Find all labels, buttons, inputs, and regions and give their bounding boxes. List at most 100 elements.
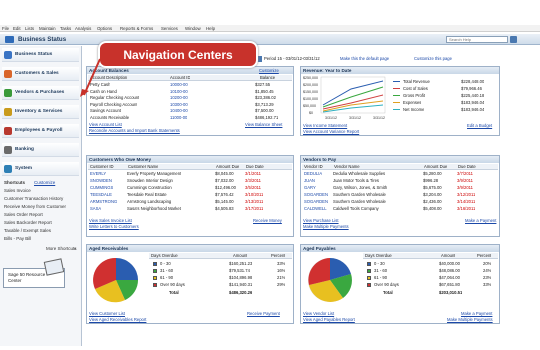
legend-label: Total Revenue <box>403 79 430 84</box>
table-cell[interactable]: SNOWDEN <box>90 178 112 183</box>
table-cell: $141,940.31 <box>229 282 253 287</box>
menu-analysis[interactable]: Analysis <box>75 26 91 31</box>
menu-options[interactable]: Options <box>97 26 112 31</box>
make-payment-link[interactable]: Make a Payment <box>461 311 492 316</box>
table-cell[interactable]: EVERLY <box>90 171 106 176</box>
nav-banking[interactable]: Banking <box>2 143 79 157</box>
table-cell: Sasa's Neighborhood Market <box>127 206 181 211</box>
menu-window[interactable]: Window <box>185 26 201 31</box>
view-aged-receivables-link[interactable]: View Aged Receivables Report <box>89 317 146 322</box>
menu-maintain[interactable]: Maintain <box>39 26 56 31</box>
shortcut-item[interactable]: Customer Transaction History <box>4 196 63 201</box>
make-multiple-payments-link[interactable]: Make Multiple Payments <box>447 317 493 322</box>
period-label[interactable]: Period 15 - 03/01/12-03/31/12 <box>264 56 320 61</box>
view-purchase-list-link[interactable]: View Purchase List <box>303 218 339 223</box>
table-cell[interactable]: 10200-00 <box>170 95 188 100</box>
customize-link[interactable]: Customize <box>259 68 279 73</box>
nav-inventory-services[interactable]: Inventory & Services <box>2 105 79 119</box>
nav-system[interactable]: System <box>2 162 79 176</box>
view-customer-list-link[interactable]: View Customer List <box>89 311 125 316</box>
table-cell: Payroll Checking Account <box>90 101 138 107</box>
more-shortcuts-link[interactable]: More Shortcuts <box>46 246 77 251</box>
table-header: Vendor ID Vendor Name Amount Due Due Dat… <box>302 164 498 170</box>
business-status-icon <box>5 36 14 43</box>
table-cell[interactable]: 10100-00 <box>170 89 188 94</box>
make-default-button[interactable]: Make this the default page <box>340 56 389 61</box>
make-payment-link[interactable]: Make a Payment <box>465 218 496 223</box>
shortcut-item[interactable]: Taxable / Exempt Sales <box>4 228 51 233</box>
nav-employees-payroll[interactable]: Employees & Payroll <box>2 124 79 138</box>
menu-lists[interactable]: Lists <box>25 26 34 31</box>
menu-reports-forms[interactable]: Reports & Forms <box>120 26 153 31</box>
chevron-down-icon[interactable]: » <box>74 246 76 251</box>
view-account-variance-link[interactable]: View Account Variance Report <box>303 129 359 134</box>
shortcut-item[interactable]: Sales Invoice <box>4 188 31 193</box>
receivables-pie-chart <box>93 257 138 303</box>
table-cell[interactable]: 11000-00 <box>170 115 187 120</box>
table-cell[interactable]: SASA <box>90 206 101 211</box>
table-cell: Armstrong Landscaping <box>127 199 172 204</box>
nav-business-status[interactable]: Business Status <box>2 48 79 62</box>
view-balance-sheet-link[interactable]: View Balance Sheet <box>245 122 282 127</box>
table-cell: 3/9/2011 <box>457 185 473 190</box>
menu-services[interactable]: Services <box>161 26 178 31</box>
table-cell: $48,086.00 <box>439 268 460 273</box>
menu-file[interactable]: File <box>2 26 9 31</box>
nav-vendors-purchases[interactable]: Vendors & Purchases <box>2 86 79 100</box>
table-cell[interactable]: SOGARDEN <box>304 199 328 204</box>
column-header: Due Date <box>246 164 264 169</box>
table-cell[interactable]: 10000-00 <box>170 82 188 87</box>
view-account-list-link[interactable]: View Account List <box>89 122 122 127</box>
shortcut-item[interactable]: Sales Backorder Report <box>4 220 52 225</box>
table-cell[interactable]: ARMSTRONG <box>90 199 117 204</box>
search-icon[interactable] <box>510 36 517 43</box>
table-cell[interactable]: 10400-00 <box>170 108 188 113</box>
table-cell[interactable]: TEESDALE <box>90 192 112 197</box>
column-header: Amount <box>441 253 456 258</box>
column-header: Amount <box>233 253 248 258</box>
shortcut-item[interactable]: Bills - Pay Bill <box>4 236 31 241</box>
reconcile-accounts-link[interactable]: Reconcile Accounts and Import Bank State… <box>89 128 180 133</box>
nav-customers-sales[interactable]: Customers & Sales <box>2 67 79 81</box>
table-cell[interactable]: JUAN <box>304 178 315 183</box>
employees-icon <box>4 127 12 135</box>
customize-page-button[interactable]: Customize this page <box>414 56 452 61</box>
column-header: Days Overdue <box>151 253 178 258</box>
view-aged-payables-link[interactable]: View Aged Payables Report <box>303 317 355 322</box>
column-header: Customer ID <box>90 164 114 169</box>
table-cell[interactable]: CALDWELL <box>304 206 327 211</box>
receive-money-link[interactable]: Receive Money <box>253 218 282 223</box>
table-cell: $47,064.00 <box>439 275 460 280</box>
table-cell[interactable]: 10300-00 <box>170 102 188 107</box>
search-help-input[interactable]: Search Help <box>446 36 508 43</box>
legend-swatch <box>367 261 371 266</box>
account-balances-panel: Account Balances Customize Account Descr… <box>86 66 294 136</box>
column-header: Due Date <box>458 164 476 169</box>
view-sales-invoice-list-link[interactable]: View Sales Invoice List <box>89 218 132 223</box>
table-cell[interactable]: SOGARDEN <box>304 192 328 197</box>
panel-title: Aged Receivables <box>87 245 293 252</box>
column-header: Percent <box>477 253 492 258</box>
table-cell: 3/3/2011 <box>245 178 261 183</box>
legend-label: Gross Profit <box>403 93 426 98</box>
table-cell[interactable]: DEDULIA <box>304 171 322 176</box>
shortcut-item[interactable]: Receive Money from Customer <box>4 204 66 209</box>
main-content: Period 15 - 03/01/12-03/31/12 Make this … <box>86 46 518 346</box>
make-multiple-payments-link[interactable]: Make Multiple Payments <box>303 224 349 229</box>
menu-tasks[interactable]: Tasks <box>60 26 71 31</box>
menu-help[interactable]: Help <box>206 26 215 31</box>
table-cell[interactable]: GARY <box>304 185 316 190</box>
table-cell: Everly Property Management <box>127 171 182 176</box>
table-cell: $1,850.45 <box>255 88 274 94</box>
shortcuts-customize-link[interactable]: Customize <box>34 180 55 185</box>
legend-swatch <box>153 261 157 266</box>
receive-payment-link[interactable]: Receive Payment <box>247 311 280 316</box>
edit-budget-link[interactable]: Edit a Budget <box>467 123 492 128</box>
view-income-statement-link[interactable]: View Income Statement <box>303 123 347 128</box>
write-letters-link[interactable]: Write Letters to Customers <box>89 224 139 229</box>
total-amount: $203,010.51 <box>439 290 463 295</box>
shortcut-item[interactable]: Sales Order Report <box>4 212 43 217</box>
view-vendor-list-link[interactable]: View Vendor List <box>303 311 334 316</box>
table-cell[interactable]: CUMMINGS <box>90 185 113 190</box>
menu-edit[interactable]: Edit <box>13 26 21 31</box>
